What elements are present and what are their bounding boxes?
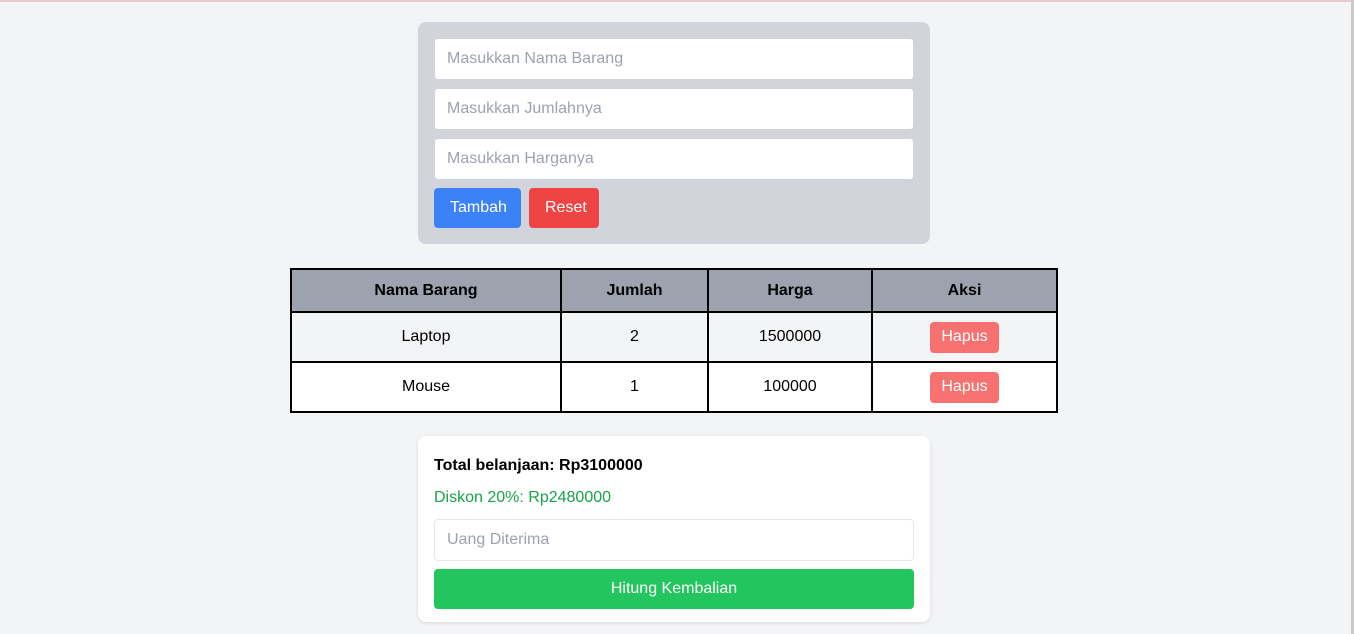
- table-row: Mouse 1 100000 Hapus: [290, 361, 1058, 413]
- table-row: Laptop 2 1500000 Hapus: [290, 311, 1058, 363]
- cell-harga: 100000: [707, 361, 873, 413]
- nama-barang-input[interactable]: [434, 38, 914, 80]
- hitung-kembalian-button[interactable]: Hitung Kembalian: [434, 569, 914, 609]
- jumlah-input[interactable]: [434, 88, 914, 130]
- header-jumlah: Jumlah: [560, 268, 709, 313]
- form-buttons: Tambah Reset: [434, 188, 914, 228]
- header-aksi: Aksi: [871, 268, 1058, 313]
- total-belanjaan: Total belanjaan: Rp3100000: [434, 457, 643, 474]
- cell-nama-barang: Laptop: [290, 311, 562, 363]
- reset-button[interactable]: Reset: [529, 188, 599, 228]
- tambah-button[interactable]: Tambah: [434, 188, 521, 228]
- cell-jumlah: 1: [560, 361, 709, 413]
- summary-panel: Total belanjaan: Rp3100000 Diskon 20%: R…: [418, 436, 930, 622]
- header-harga: Harga: [707, 268, 873, 313]
- hapus-button[interactable]: Hapus: [930, 321, 999, 353]
- table-header-row: Nama Barang Jumlah Harga Aksi: [290, 268, 1058, 313]
- cell-jumlah: 2: [560, 311, 709, 363]
- top-border: [0, 0, 1354, 2]
- cell-aksi: Hapus: [871, 361, 1058, 413]
- header-nama-barang: Nama Barang: [290, 268, 562, 313]
- diskon-text: Diskon 20%: Rp2480000: [434, 489, 612, 506]
- hapus-button[interactable]: Hapus: [930, 371, 999, 403]
- uang-diterima-input[interactable]: [434, 519, 914, 561]
- cell-harga: 1500000: [707, 311, 873, 363]
- item-form: Tambah Reset: [418, 22, 930, 244]
- harga-input[interactable]: [434, 138, 914, 180]
- cell-aksi: Hapus: [871, 311, 1058, 363]
- cell-nama-barang: Mouse: [290, 361, 562, 413]
- items-table: Nama Barang Jumlah Harga Aksi Laptop 2 1…: [290, 268, 1058, 413]
